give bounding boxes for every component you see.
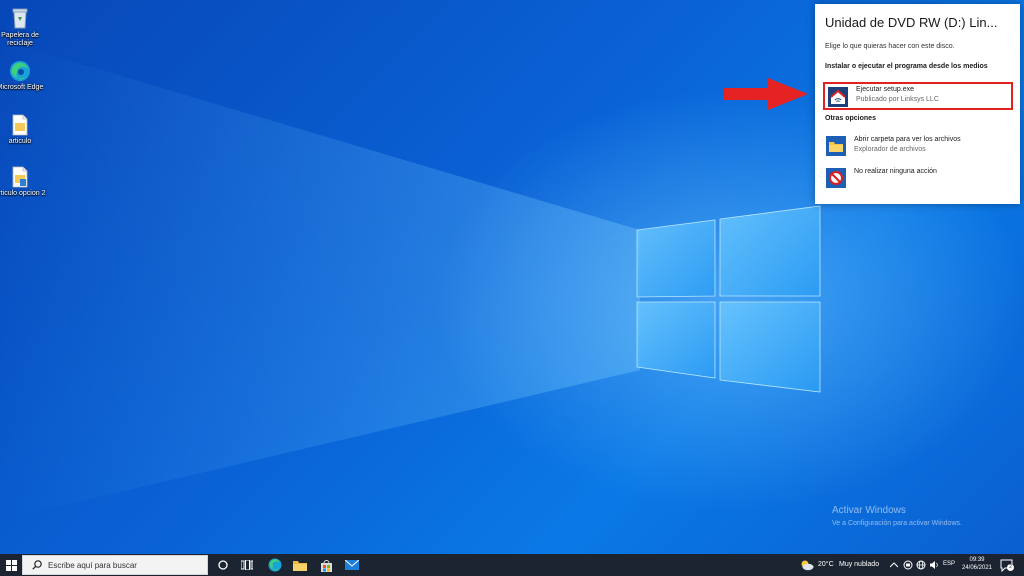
cortana-button[interactable]: [212, 554, 234, 576]
meet-now-icon[interactable]: [903, 560, 913, 570]
search-icon: [32, 560, 42, 570]
clock-date: 24/06/2021: [961, 565, 993, 571]
file-explorer-icon: [293, 561, 307, 571]
watermark-subtitle: Ve a Configuración para activar Windows.: [832, 520, 962, 527]
section-install-heading: Instalar o ejecutar el programa desde lo…: [825, 63, 988, 70]
watermark-title: Activar Windows: [832, 505, 906, 516]
windows-start-icon: [5, 559, 17, 571]
network-globe-icon[interactable]: [916, 560, 926, 570]
open-folder-sublabel: Explorador de archivos: [854, 146, 926, 153]
run-setup-option[interactable]: Ejecutar setup.exe Publicado por Linksys…: [823, 82, 1013, 110]
autoplay-panel: Unidad de DVD RW (D:) Lin... Elige lo qu…: [815, 4, 1020, 204]
linksys-setup-icon: [828, 87, 848, 107]
edge-icon: [10, 61, 30, 81]
no-action-label: No realizar ninguna acción: [854, 168, 937, 175]
section-other-heading: Otras opciones: [825, 115, 876, 122]
desktop-icon-articulo[interactable]: articulo: [0, 114, 46, 146]
search-placeholder: Escribe aquí para buscar: [48, 561, 137, 570]
open-folder-option[interactable]: Abrir carpeta para ver los archivos Expl…: [823, 132, 1013, 160]
run-setup-publisher: Publicado por Linksys LLC: [856, 96, 939, 103]
taskbar-store-button[interactable]: [314, 554, 338, 576]
weather-temperature[interactable]: 20°C: [818, 561, 834, 568]
document-icon: [12, 114, 28, 136]
notification-count-badge: 2: [1007, 564, 1014, 571]
notification-center-button[interactable]: 2: [1000, 558, 1014, 573]
edge-icon: [268, 558, 282, 572]
autoplay-title: Unidad de DVD RW (D:) Lin...: [825, 15, 998, 30]
desktop-icon-articulo-opcion-2[interactable]: articulo opcion 2: [0, 166, 46, 198]
task-view-button[interactable]: [236, 554, 258, 576]
chevron-up-icon[interactable]: [890, 562, 898, 568]
run-setup-label: Ejecutar setup.exe: [856, 86, 914, 93]
mail-icon: [345, 560, 359, 570]
taskbar: Escribe aquí para buscar 20°C Muy nublad…: [0, 554, 1024, 576]
desktop-icon-label: Microsoft Edge: [0, 84, 44, 91]
open-folder-label: Abrir carpeta para ver los archivos: [854, 136, 961, 143]
store-icon: [320, 559, 332, 572]
weather-condition[interactable]: Muy nublado: [839, 561, 879, 568]
activate-windows-watermark: Activar Windows Ve a Configuración para …: [832, 505, 962, 527]
desktop-icon-label: Papelera de reciclaje: [1, 32, 39, 47]
taskbar-mail-button[interactable]: [340, 554, 364, 576]
taskbar-file-explorer-button[interactable]: [288, 554, 312, 576]
task-view-icon: [241, 560, 253, 570]
no-action-option[interactable]: No realizar ninguna acción: [823, 164, 1013, 192]
recycle-bin-icon: [12, 8, 28, 29]
desktop-icon-label: articulo: [8, 138, 32, 145]
taskbar-search-box[interactable]: Escribe aquí para buscar: [22, 555, 208, 575]
volume-icon[interactable]: [929, 560, 939, 570]
weather-cloudy-icon: [801, 560, 814, 571]
autoplay-subtitle: Elige lo que quieras hacer con este disc…: [825, 43, 955, 50]
clock-time: 09:39: [969, 557, 985, 563]
cortana-icon: [218, 560, 228, 570]
clock[interactable]: 09:39 24/06/2021: [958, 556, 996, 572]
desktop-icon-recycle-bin[interactable]: Papelera de reciclaje: [0, 6, 46, 48]
desktop-icon-label: articulo opcion 2: [0, 190, 46, 197]
red-arrow-annotation: [724, 78, 808, 110]
taskbar-edge-button[interactable]: [263, 554, 287, 576]
desktop-icon-edge[interactable]: Microsoft Edge: [0, 60, 46, 92]
start-button[interactable]: [0, 554, 22, 576]
language-indicator[interactable]: ESP: [943, 561, 955, 567]
document-icon: [12, 166, 28, 188]
no-action-icon: [826, 168, 846, 188]
file-explorer-icon: [826, 136, 846, 156]
